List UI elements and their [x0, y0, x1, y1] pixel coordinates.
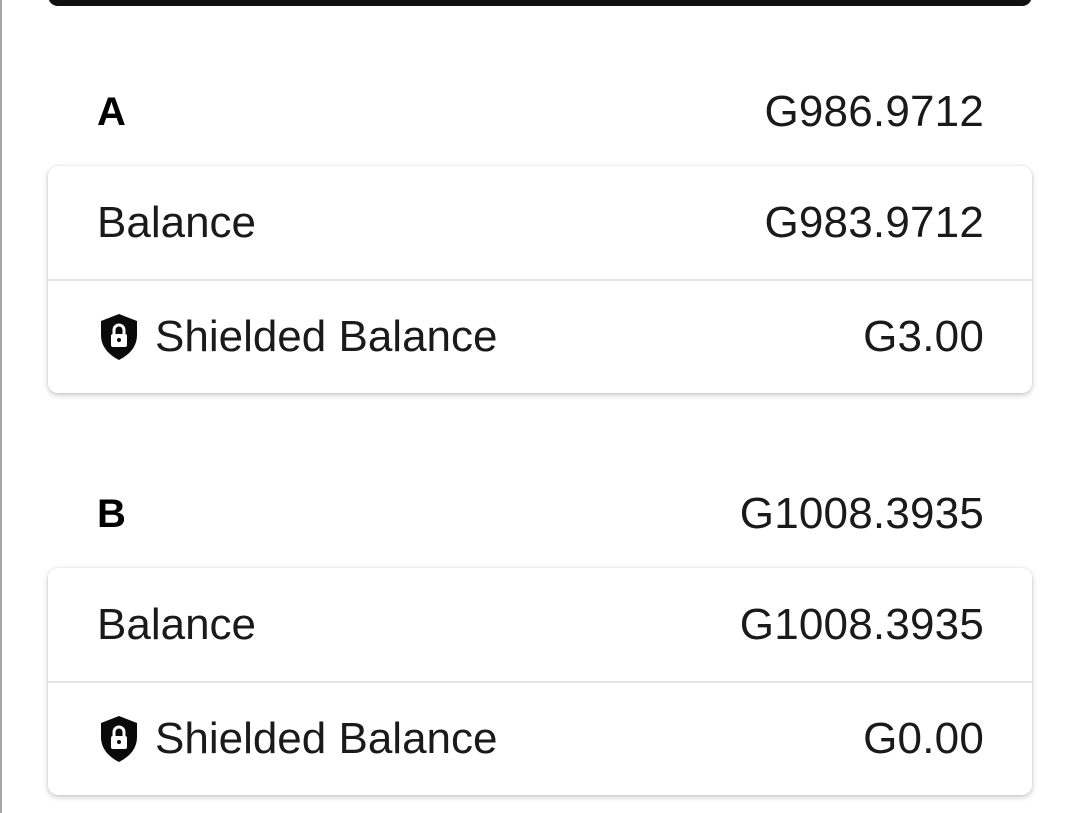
account-name: B [97, 491, 126, 536]
balance-row[interactable]: Balance G983.9712 [48, 166, 1032, 279]
top-bar [48, 0, 1032, 6]
account-name: A [97, 89, 126, 134]
shielded-balance-row[interactable]: Shielded Balance G0.00 [48, 681, 1032, 795]
balance-value: G983.9712 [764, 197, 984, 247]
account-section-a: A G986.9712 Balance G983.9712 Shielded B… [48, 84, 1032, 393]
account-header: B G1008.3935 [48, 486, 1032, 542]
balance-card: Balance G1008.3935 Shielded Balance G0.0… [48, 568, 1032, 795]
shield-lock-icon [97, 312, 141, 362]
balance-label: Balance [97, 599, 257, 649]
account-header: A G986.9712 [48, 84, 1032, 140]
shielded-balance-label: Shielded Balance [155, 312, 498, 361]
account-total: G986.9712 [764, 87, 984, 136]
balance-card: Balance G983.9712 Shielded Balance G3.00 [48, 166, 1032, 393]
shielded-balance-value: G0.00 [863, 714, 984, 763]
shielded-balance-label: Shielded Balance [155, 714, 498, 763]
shielded-balance-label-group: Shielded Balance [97, 312, 497, 362]
balance-value: G1008.3935 [739, 599, 984, 649]
account-total: G1008.3935 [739, 489, 984, 538]
left-edge-divider [0, 0, 2, 813]
balance-row[interactable]: Balance G1008.3935 [48, 568, 1032, 681]
account-section-b: B G1008.3935 Balance G1008.3935 Shielded… [48, 486, 1032, 795]
shielded-balance-label-group: Shielded Balance [97, 714, 497, 764]
shielded-balance-row[interactable]: Shielded Balance G3.00 [48, 279, 1032, 393]
shield-lock-icon [97, 714, 141, 764]
balance-label: Balance [97, 197, 257, 247]
shielded-balance-value: G3.00 [863, 312, 984, 361]
